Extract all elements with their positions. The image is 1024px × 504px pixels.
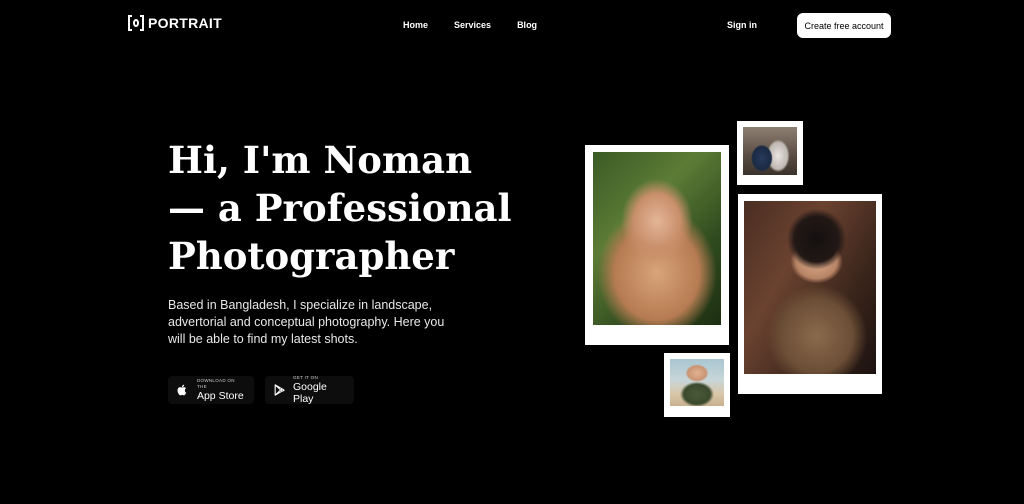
- hero-title-line-2: — a Professional: [168, 186, 512, 230]
- create-account-button[interactable]: Create free account: [797, 13, 891, 38]
- camera-frame-icon: [128, 15, 144, 31]
- baby-photo: [670, 359, 724, 406]
- apple-icon: [176, 383, 190, 397]
- woman-headscarf-photo: [593, 152, 721, 325]
- sign-in-link[interactable]: Sign in: [727, 20, 757, 30]
- hero-description: Based in Bangladesh, I specialize in lan…: [168, 298, 445, 346]
- google-play-icon: [273, 383, 286, 397]
- polaroid-wedding: [737, 121, 803, 185]
- app-store-small-label: DOWNLOAD ON THE: [196, 378, 235, 389]
- brand-logo[interactable]: PORTRAIT: [128, 15, 222, 31]
- top-navbar: PORTRAIT Home Services Blog Sign in Crea…: [0, 0, 1024, 50]
- google-play-label: Google Play: [293, 381, 327, 405]
- hero-title: Hi, I'm Noman — a Professional Photograp…: [168, 136, 528, 280]
- hero-title-line-3: Photographer: [168, 234, 455, 278]
- google-play-button[interactable]: GET IT ON Google Play: [265, 375, 354, 405]
- hero-title-line-1: Hi, I'm Noman: [168, 138, 472, 182]
- polaroid-baby: [664, 353, 730, 417]
- nav-links: Home Services Blog: [403, 20, 537, 30]
- polaroid-woman-headscarf: [585, 145, 729, 345]
- brand-name: PORTRAIT: [148, 15, 222, 31]
- polaroid-curly-hair-woman: [738, 194, 882, 394]
- nav-link-blog[interactable]: Blog: [517, 20, 537, 30]
- nav-link-services[interactable]: Services: [454, 20, 491, 30]
- nav-link-home[interactable]: Home: [403, 20, 428, 30]
- curly-hair-woman-photo: [744, 201, 876, 374]
- app-store-label: App Store: [196, 390, 244, 402]
- wedding-couple-photo: [743, 127, 797, 175]
- app-store-button[interactable]: DOWNLOAD ON THE App Store: [168, 376, 254, 404]
